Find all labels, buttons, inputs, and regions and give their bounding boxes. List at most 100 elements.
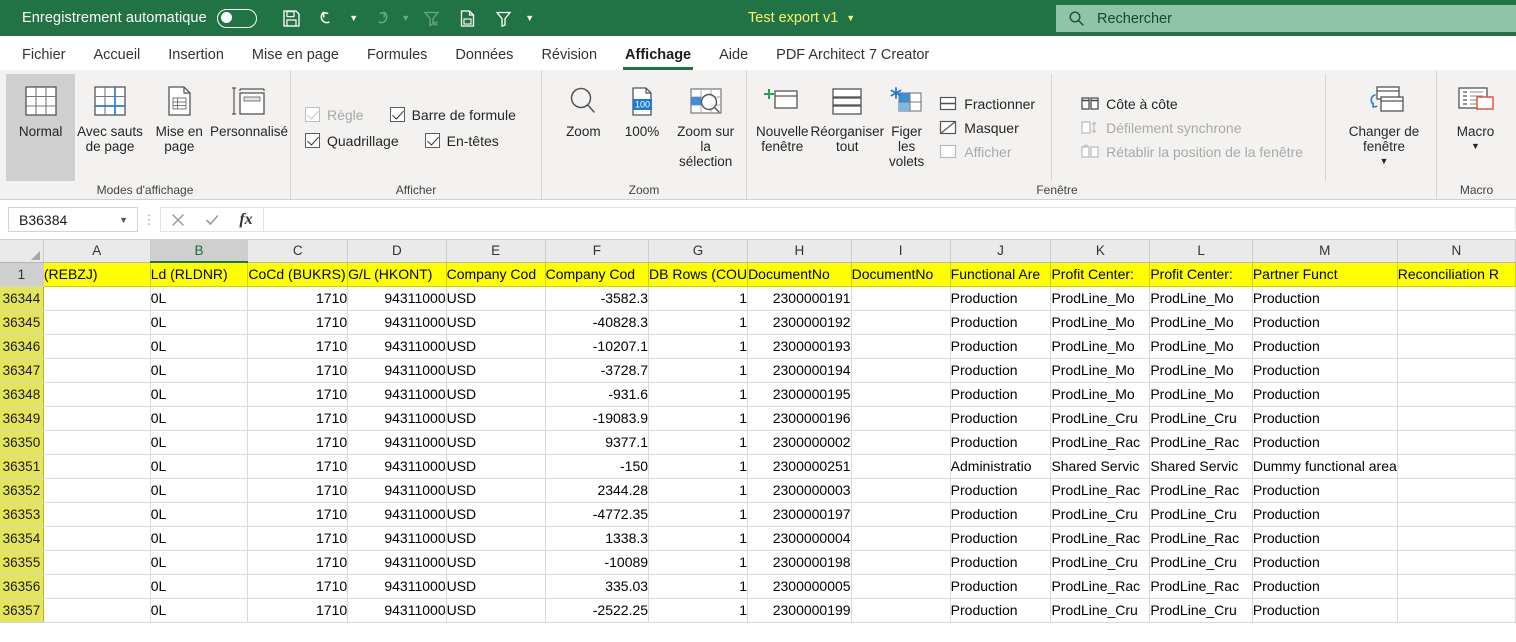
grid-cell[interactable]: Production (950, 382, 1052, 407)
grid-cell[interactable]: 1 (648, 526, 749, 551)
grid-cell[interactable]: ProdLine_Cru (1050, 406, 1151, 431)
grid-cell[interactable]: 1710 (247, 286, 349, 311)
grid-cell[interactable]: Production (950, 502, 1052, 527)
grid-cell[interactable]: -10089 (545, 550, 650, 575)
grid-cell[interactable]: ProdLine_Rac (1149, 574, 1253, 599)
grid-cell[interactable] (851, 382, 951, 407)
view-side-by-side-button[interactable]: Côte à côte (1080, 95, 1303, 112)
grid-cell[interactable] (1397, 574, 1516, 599)
grid-cell[interactable]: 2344.28 (545, 478, 650, 503)
grid-cell[interactable]: 0L (150, 286, 249, 311)
autosave-toggle[interactable] (216, 8, 257, 28)
grid-cell[interactable]: Production (950, 406, 1052, 431)
grid-cell[interactable]: 1710 (247, 406, 349, 431)
column-header-j[interactable]: J (950, 240, 1052, 263)
grid-cell[interactable]: Administratio (950, 454, 1052, 479)
grid-cell[interactable] (43, 550, 151, 575)
grid-cell[interactable] (1397, 358, 1516, 383)
column-header-d[interactable]: D (347, 240, 447, 263)
row-header[interactable]: 36344 (0, 286, 44, 311)
grid-cell[interactable]: USD (446, 382, 546, 407)
customize-qat-icon[interactable]: ▼ (523, 3, 537, 33)
grid-cell[interactable]: 1 (648, 358, 749, 383)
header-cell[interactable]: DocumentNo (851, 262, 951, 287)
grid-cell[interactable]: 335.03 (545, 574, 650, 599)
grid-cell[interactable] (43, 478, 151, 503)
cancel-icon[interactable] (161, 208, 195, 231)
grid-cell[interactable]: 1 (648, 382, 749, 407)
new-window-button[interactable]: Nouvelle fenêtre (755, 74, 810, 181)
grid-cell[interactable]: ProdLine_Mo (1149, 382, 1253, 407)
grid-cell[interactable]: 0L (150, 382, 249, 407)
row-header[interactable]: 36346 (0, 334, 44, 359)
header-cell[interactable]: DocumentNo (747, 262, 852, 287)
grid-cell[interactable]: Production (1252, 286, 1398, 311)
view-custom-button[interactable]: Personnalisé (210, 74, 288, 181)
grid-cell[interactable]: 94311000 (347, 478, 447, 503)
undo-icon[interactable] (311, 3, 345, 33)
grid-cell[interactable]: -2522.25 (545, 598, 650, 623)
grid-cell[interactable]: 0L (150, 550, 249, 575)
grid-cell[interactable] (43, 310, 151, 335)
grid-cell[interactable]: -10207.1 (545, 334, 650, 359)
grid-cell[interactable]: USD (446, 406, 546, 431)
grid-cell[interactable] (851, 574, 951, 599)
grid-cell[interactable]: ProdLine_Rac (1149, 430, 1253, 455)
view-normal-button[interactable]: Normal (6, 74, 76, 181)
column-header-k[interactable]: K (1050, 240, 1151, 263)
grid-cell[interactable]: USD (446, 286, 546, 311)
grid-cell[interactable]: 94311000 (347, 358, 447, 383)
grid-cell[interactable]: 1710 (247, 550, 349, 575)
grid-cell[interactable] (43, 502, 151, 527)
confirm-icon[interactable] (195, 208, 229, 231)
grid-cell[interactable]: Production (1252, 358, 1398, 383)
grid-cell[interactable]: USD (446, 334, 546, 359)
grid-cell[interactable]: ProdLine_Mo (1050, 334, 1151, 359)
formula-input[interactable] (263, 207, 1516, 232)
row-header[interactable]: 36345 (0, 310, 44, 335)
grid-cell[interactable]: -19083.9 (545, 406, 650, 431)
grid-cell[interactable]: 1710 (247, 454, 349, 479)
select-all-corner[interactable] (0, 240, 44, 263)
grid-cell[interactable]: 1 (648, 574, 749, 599)
grid-cell[interactable]: Production (950, 286, 1052, 311)
header-cell[interactable]: Partner Funct (1252, 262, 1398, 287)
document-title-caret-icon[interactable]: ▼ (846, 13, 855, 23)
tab-accueil[interactable]: Accueil (80, 47, 155, 70)
grid-cell[interactable]: 0L (150, 406, 249, 431)
grid-cell[interactable] (851, 526, 951, 551)
grid-cell[interactable] (43, 574, 151, 599)
grid-cell[interactable]: ProdLine_Rac (1050, 478, 1151, 503)
view-page-layout-button[interactable]: Mise en page (145, 74, 214, 181)
header-cell[interactable]: G/L (HKONT) (347, 262, 447, 287)
grid-cell[interactable]: -3582.3 (545, 286, 650, 311)
grid-cell[interactable]: 1710 (247, 334, 349, 359)
row-header[interactable]: 36357 (0, 598, 44, 623)
grid-cell[interactable]: USD (446, 454, 546, 479)
tab-aide[interactable]: Aide (705, 47, 762, 70)
grid-cell[interactable]: ProdLine_Cru (1149, 550, 1253, 575)
grid-cell[interactable]: Production (1252, 598, 1398, 623)
grid-cell[interactable]: 94311000 (347, 406, 447, 431)
grid-cell[interactable]: 1 (648, 550, 749, 575)
grid-cell[interactable]: ProdLine_Rac (1149, 526, 1253, 551)
tab-pdf-architect[interactable]: PDF Architect 7 Creator (762, 47, 943, 70)
grid-cell[interactable] (43, 454, 151, 479)
grid-cell[interactable]: Production (950, 334, 1052, 359)
grid-cell[interactable]: 1710 (247, 382, 349, 407)
grid-cell[interactable]: -3728.7 (545, 358, 650, 383)
grid-cell[interactable] (851, 310, 951, 335)
grid-cell[interactable]: Production (1252, 526, 1398, 551)
grid-cell[interactable]: USD (446, 526, 546, 551)
grid-cell[interactable]: 0L (150, 430, 249, 455)
grid-cell[interactable] (1397, 526, 1516, 551)
grid-cell[interactable] (1397, 406, 1516, 431)
header-cell[interactable]: DB Rows (COU (648, 262, 749, 287)
header-cell[interactable]: Ld (RLDNR) (150, 262, 249, 287)
grid-cell[interactable]: 94311000 (347, 598, 447, 623)
tab-fichier[interactable]: Fichier (8, 47, 80, 70)
tab-affichage[interactable]: Affichage (611, 47, 705, 70)
name-box-caret-icon[interactable]: ▼ (119, 215, 128, 225)
grid-cell[interactable] (1397, 502, 1516, 527)
grid-cell[interactable]: 0L (150, 598, 249, 623)
